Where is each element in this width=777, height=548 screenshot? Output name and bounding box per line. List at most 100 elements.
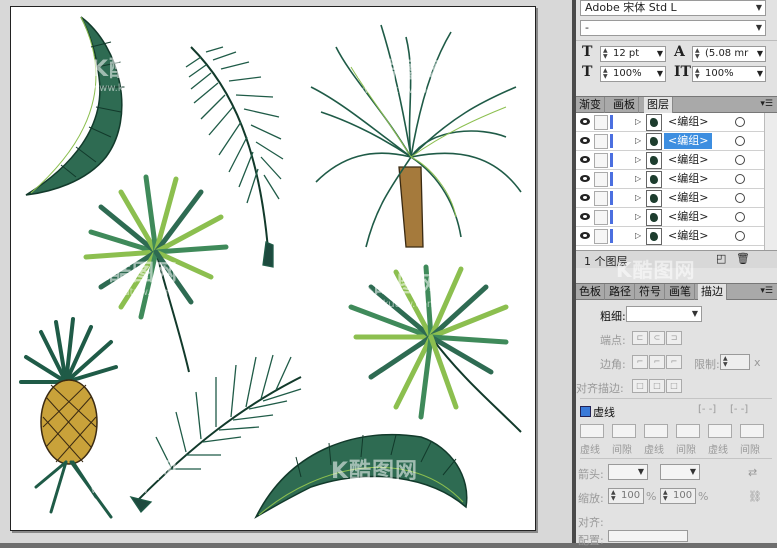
expand-triangle-icon[interactable]: ▷ (635, 136, 641, 145)
square-cap-button[interactable]: ⊐ (666, 331, 682, 345)
dash-field-3[interactable] (708, 424, 732, 438)
lock-toggle[interactable] (594, 229, 608, 244)
font-size-field[interactable]: ▲ ▼ 12 pt ▼ (600, 46, 666, 62)
horizontal-scale-field[interactable]: ▲ ▼ 100% ▼ (692, 66, 766, 82)
tab-layers[interactable]: 图层 (644, 97, 673, 113)
layer-row[interactable]: ▷ <编组> (576, 227, 764, 246)
layer-row[interactable]: ▷ <编组> (576, 113, 764, 132)
expand-triangle-icon[interactable]: ▷ (635, 193, 641, 202)
tab-brushes[interactable]: 画笔 (666, 284, 695, 300)
weight-label: 粗细: (600, 310, 626, 323)
start-scale-field[interactable]: ▲ ▼ 100 (608, 488, 644, 504)
align-outside-button[interactable]: □ (666, 379, 682, 393)
separator (580, 458, 772, 459)
tab-symbols[interactable]: 符号 (636, 284, 665, 300)
link-icon[interactable]: ⛓ (748, 490, 762, 503)
lock-toggle[interactable] (594, 153, 608, 168)
expand-triangle-icon[interactable]: ▷ (635, 117, 641, 126)
crescent-leaf-bottom (254, 433, 468, 519)
leading-field[interactable]: ▲ ▼ (5.08 mr ▼ (692, 46, 766, 62)
butt-cap-button[interactable]: ⊏ (632, 331, 648, 345)
gap-field-3[interactable] (740, 424, 764, 438)
horizontal-scale-icon: IT (674, 64, 691, 80)
visibility-eye-icon[interactable] (580, 118, 590, 125)
layer-name[interactable]: <编组> (664, 209, 712, 225)
tab-pathfinder[interactable]: 路径 (606, 284, 635, 300)
lock-toggle[interactable] (594, 134, 608, 149)
visibility-eye-icon[interactable] (580, 137, 590, 144)
layer-name[interactable]: <编组> (664, 190, 712, 206)
gap-field-1[interactable] (612, 424, 636, 438)
visibility-eye-icon[interactable] (580, 175, 590, 182)
dash-exact-icon[interactable]: [- -] (730, 404, 748, 415)
tab-stroke[interactable]: 描边 (698, 284, 727, 300)
font-family-dropdown[interactable]: Adobe 宋体 Std L ▼ (580, 0, 766, 16)
dash-field-1[interactable] (580, 424, 604, 438)
tab-gradient[interactable]: 渐变 (576, 97, 605, 113)
target-circle-icon[interactable] (735, 174, 745, 184)
target-circle-icon[interactable] (735, 155, 745, 165)
expand-triangle-icon[interactable]: ▷ (635, 174, 641, 183)
lock-toggle[interactable] (594, 115, 608, 130)
layer-thumbnail (646, 171, 662, 188)
layer-name[interactable]: <编组> (664, 152, 712, 168)
font-style-dropdown[interactable]: - ▼ (580, 20, 766, 36)
expand-triangle-icon[interactable]: ▷ (635, 212, 641, 221)
profile-dropdown[interactable] (608, 530, 688, 542)
weight-dropdown[interactable]: ▼ (626, 306, 702, 322)
layer-row[interactable]: ▷ <编组> (576, 189, 764, 208)
layer-name[interactable]: <编组> (664, 133, 713, 149)
visibility-eye-icon[interactable] (580, 213, 590, 220)
target-circle-icon[interactable] (735, 136, 745, 146)
new-layer-icon[interactable]: ◰ (716, 252, 726, 265)
layer-color-indicator (610, 134, 613, 148)
target-circle-icon[interactable] (735, 212, 745, 222)
swap-arrows-icon[interactable]: ⇄ (748, 466, 757, 479)
tab-artboards[interactable]: 画板 (610, 97, 639, 113)
gap-field-2[interactable] (676, 424, 700, 438)
target-circle-icon[interactable] (735, 117, 745, 127)
expand-triangle-icon[interactable]: ▷ (635, 231, 641, 240)
bevel-join-button[interactable]: ⌐ (666, 355, 682, 369)
corner-label: 边角: (600, 358, 626, 371)
artboard[interactable]: K酷图网 www.kutuw.com K酷图网 www.kutuw.com K酷图网… (10, 6, 536, 531)
layers-list: ▷ <编组> ▷ <编组> ▷ <编组> ▷ <编组> ▷ <编组> ▷ <编组… (576, 113, 777, 250)
visibility-eye-icon[interactable] (580, 194, 590, 201)
layer-name[interactable]: <编组> (664, 114, 712, 130)
target-circle-icon[interactable] (735, 193, 745, 203)
target-circle-icon[interactable] (735, 231, 745, 241)
visibility-eye-icon[interactable] (580, 232, 590, 239)
dash-field-2[interactable] (644, 424, 668, 438)
round-cap-button[interactable]: ⊂ (649, 331, 665, 345)
layer-color-indicator (610, 115, 613, 129)
lock-toggle[interactable] (594, 191, 608, 206)
start-arrowhead-dropdown[interactable]: ▼ (608, 464, 648, 480)
layer-row[interactable]: ▷ <编组> (576, 208, 764, 227)
round-join-button[interactable]: ⌐ (649, 355, 665, 369)
font-size-icon: T (582, 44, 593, 60)
end-scale-field[interactable]: ▲ ▼ 100 (660, 488, 696, 504)
trash-icon[interactable]: 🗑 (736, 252, 750, 265)
layer-row[interactable]: ▷ <编组> (576, 151, 764, 170)
dash-align-corners-icon[interactable]: [- -] (698, 404, 716, 415)
limit-field[interactable]: ▲ ▼ (720, 354, 750, 370)
align-center-button[interactable]: □ (632, 379, 648, 393)
align-inside-button[interactable]: □ (649, 379, 665, 393)
layer-name[interactable]: <编组> (664, 171, 712, 187)
miter-join-button[interactable]: ⌐ (632, 355, 648, 369)
layers-scrollbar[interactable] (764, 113, 777, 250)
end-arrowhead-dropdown[interactable]: ▼ (660, 464, 700, 480)
panel-menu-icon[interactable]: ▾☰ (760, 286, 773, 296)
dashed-line-checkbox[interactable] (580, 406, 591, 417)
vertical-scale-field[interactable]: ▲ ▼ 100% ▼ (600, 66, 666, 82)
panel-menu-icon[interactable]: ▾☰ (760, 99, 773, 109)
lock-toggle[interactable] (594, 210, 608, 225)
layer-row[interactable]: ▷ <编组> (576, 170, 764, 189)
layer-name[interactable]: <编组> (664, 228, 712, 244)
expand-triangle-icon[interactable]: ▷ (635, 155, 641, 164)
lock-toggle[interactable] (594, 172, 608, 187)
tab-swatches[interactable]: 色板 (576, 284, 605, 300)
visibility-eye-icon[interactable] (580, 156, 590, 163)
layer-row[interactable]: ▷ <编组> (576, 132, 764, 151)
canvas-area[interactable]: K酷图网 www.kutuw.com K酷图网 www.kutuw.com K酷图网… (0, 0, 572, 543)
